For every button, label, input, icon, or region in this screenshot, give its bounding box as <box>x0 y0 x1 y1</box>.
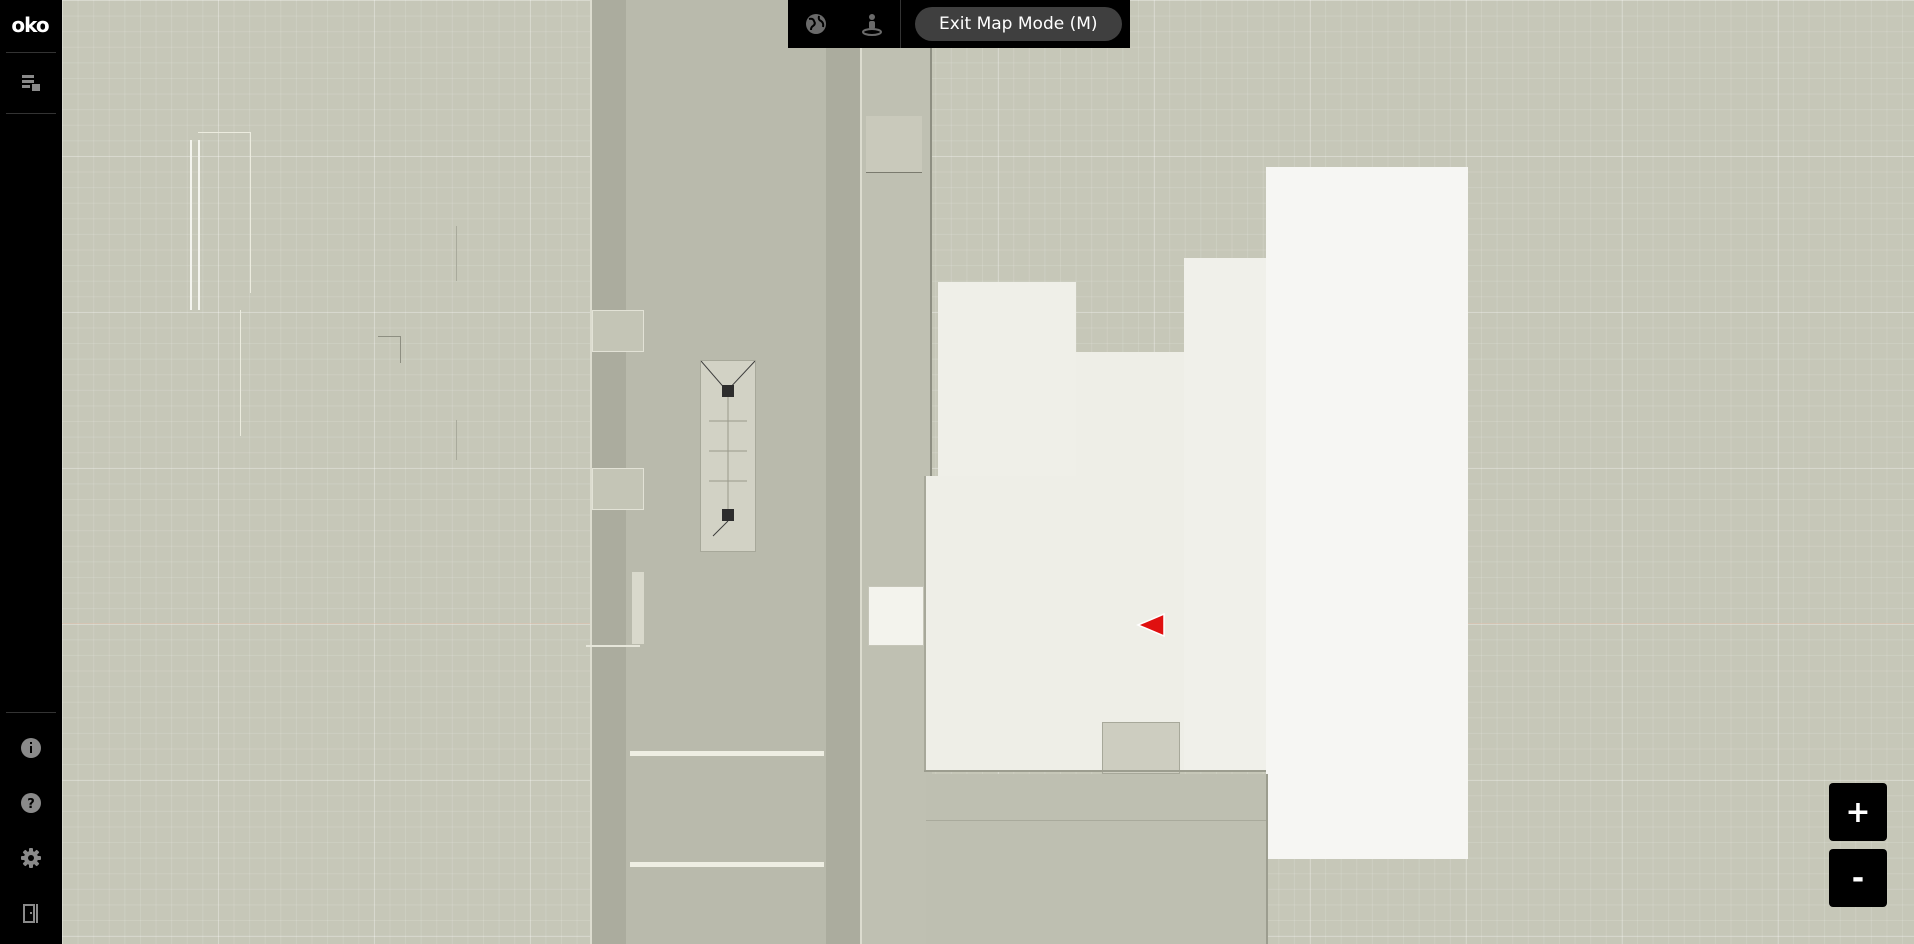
map-toolbar: Exit Map Mode (M) <box>788 0 1130 48</box>
person-pin-icon <box>862 14 882 36</box>
building-main <box>1076 352 1184 772</box>
building-main <box>924 476 1076 772</box>
white-block <box>868 586 924 646</box>
sidewalk-edge <box>930 0 932 478</box>
map-outline <box>456 226 457 281</box>
info-button[interactable] <box>10 727 52 769</box>
help-button[interactable]: ? <box>10 782 52 824</box>
lot-area <box>926 774 1268 944</box>
toolbar-divider <box>900 0 901 48</box>
logo-text: oko <box>11 13 49 37</box>
sidebar-divider <box>6 52 56 53</box>
road-notch <box>592 310 644 352</box>
lot-line <box>926 820 1266 821</box>
building-courtyard <box>1102 722 1180 774</box>
road-stripe <box>630 751 824 756</box>
globe-icon <box>806 14 826 34</box>
building-base-line <box>924 770 1266 772</box>
svg-text:?: ? <box>27 797 35 812</box>
sidebar: oko ? <box>0 0 62 944</box>
building-tall <box>1266 167 1468 859</box>
help-icon: ? <box>21 793 41 813</box>
settings-button[interactable] <box>10 837 52 879</box>
road-dark-lane <box>826 0 860 944</box>
road-island <box>700 360 756 552</box>
sidebar-divider <box>6 712 56 713</box>
sidewalk-block <box>866 116 922 173</box>
map-outline <box>378 336 401 363</box>
map-outline <box>456 420 457 460</box>
zoom-out-button[interactable]: - <box>1829 849 1887 907</box>
building-wing <box>1184 258 1266 772</box>
street-view-button[interactable] <box>844 0 900 48</box>
layers-button[interactable] <box>10 62 52 104</box>
globe-button[interactable] <box>788 0 844 48</box>
map-canvas[interactable] <box>62 0 1914 944</box>
logout-button[interactable] <box>10 892 52 934</box>
road-ledge <box>586 645 640 647</box>
map-outline <box>240 310 241 436</box>
layers-icon <box>22 75 40 91</box>
exit-map-mode-button[interactable]: Exit Map Mode (M) <box>915 7 1122 41</box>
road-notch <box>632 572 644 644</box>
sidebar-divider <box>6 113 56 114</box>
exit-door-icon <box>23 904 38 923</box>
road-stripe <box>630 862 824 867</box>
map-outline <box>198 132 251 293</box>
info-icon <box>21 738 41 758</box>
road-notch <box>592 468 644 510</box>
player-position-marker <box>1136 612 1165 638</box>
zoom-in-button[interactable]: + <box>1829 783 1887 841</box>
oko-logo: oko <box>8 13 52 37</box>
gear-icon <box>21 848 41 868</box>
